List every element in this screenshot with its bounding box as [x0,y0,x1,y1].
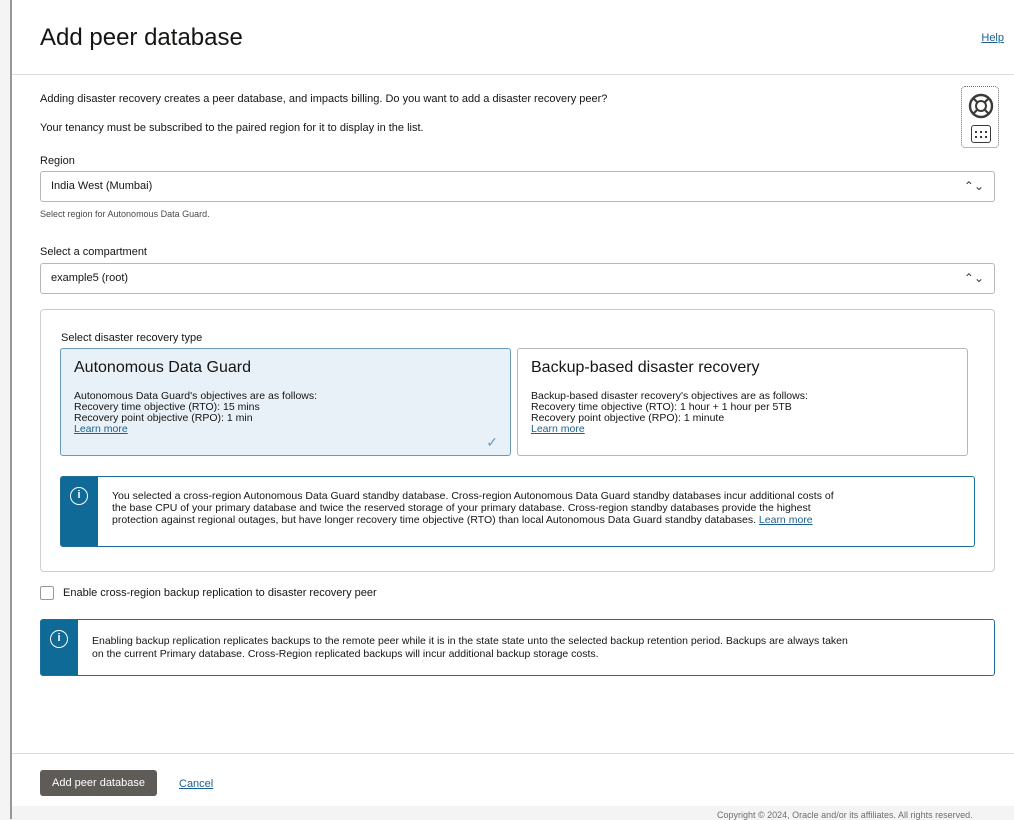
help-link[interactable]: Help [981,32,1004,44]
dr-option-backup-based[interactable]: Backup-based disaster recovery Backup-ba… [517,348,968,456]
dr-option-learn-more-link[interactable]: Learn more [74,424,128,435]
select-chevron-icon: ⌃⌄ [963,271,984,285]
page-title: Add peer database [40,24,243,51]
region-hint: Select region for Autonomous Data Guard. [40,209,210,219]
backup-replication-info-line2: on the current Primary database. Cross-R… [92,648,599,660]
dr-option-autonomous-data-guard[interactable]: Autonomous Data Guard Autonomous Data Gu… [60,348,511,456]
dr-option-title: Autonomous Data Guard [74,359,251,376]
info-icon: i [50,630,68,648]
cross-region-info-line1: You selected a cross-region Autonomous D… [112,490,834,502]
dr-option-learn-more-link[interactable]: Learn more [531,424,585,435]
cross-region-info-line2: the base CPU of your primary database an… [112,502,811,514]
disaster-recovery-type-section: Select disaster recovery type Autonomous… [40,309,995,572]
add-peer-database-button[interactable]: Add peer database [40,770,157,796]
compartment-select-value: example5 (root) [51,272,129,284]
info-banner-stripe: i [41,620,78,675]
region-label: Region [40,155,75,167]
backup-replication-label[interactable]: Enable cross-region backup replication t… [63,587,377,599]
info-icon: i [70,487,88,505]
region-select-value: India West (Mumbai) [51,180,153,192]
intro-billing-text: Adding disaster recovery creates a peer … [40,93,608,105]
add-peer-database-panel: Add peer database Help Adding disaster r… [12,0,1014,806]
support-widget[interactable] [961,86,999,148]
backup-replication-info-line1: Enabling backup replication replicates b… [92,635,848,647]
checkmark-icon: ✓ [486,434,498,450]
cross-region-info-banner: i You selected a cross-region Autonomous… [60,476,975,547]
region-select[interactable]: India West (Mumbai) ⌃⌄ [40,171,995,202]
cancel-link[interactable]: Cancel [179,778,213,790]
dr-option-title: Backup-based disaster recovery [531,359,760,376]
select-chevron-icon: ⌃⌄ [963,179,984,193]
compartment-select[interactable]: example5 (root) ⌃⌄ [40,263,995,294]
intro-tenancy-text: Your tenancy must be subscribed to the p… [40,122,424,134]
lifebuoy-icon [968,93,994,119]
info-banner-stripe: i [61,477,98,546]
cross-region-info-text: protection against regional outages, but… [112,514,756,526]
panel-footer: Add peer database Cancel [12,753,1014,806]
panel-header: Add peer database Help [12,0,1014,75]
backup-replication-info-banner: i Enabling backup replication replicates… [40,619,995,676]
dr-type-label: Select disaster recovery type [61,332,203,344]
apps-grid-icon [971,125,991,143]
cross-region-learn-more-link[interactable]: Learn more [759,514,813,526]
cross-region-info-line3: protection against regional outages, but… [112,514,813,526]
compartment-label: Select a compartment [40,246,147,258]
backup-replication-checkbox[interactable] [40,586,54,600]
